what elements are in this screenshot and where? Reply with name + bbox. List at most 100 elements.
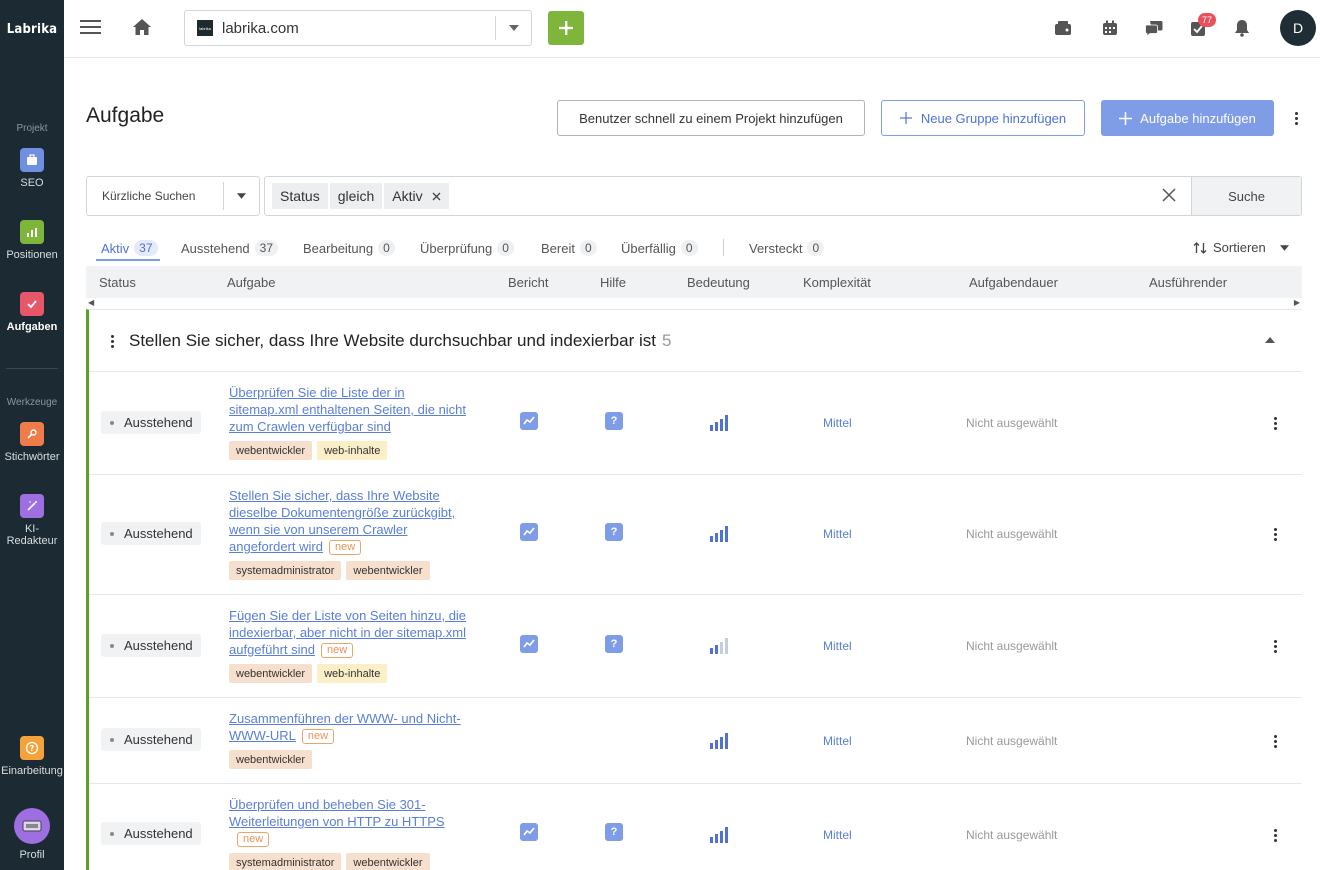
scroll-right-icon[interactable]: ▶ (1294, 298, 1300, 307)
quick-add-user-button[interactable]: Benutzer schnell zu einem Projekt hinzuf… (557, 100, 865, 136)
sidebar-item-label: SEO (20, 177, 44, 189)
task-link[interactable]: Überprüfen Sie die Liste der in sitemap.… (229, 384, 474, 435)
site-selector[interactable]: labrika labrika.com (184, 10, 532, 46)
column-aufgabendauer[interactable]: Aufgabendauer (969, 275, 1058, 290)
tag[interactable]: web-inhalte (317, 664, 388, 683)
task-link[interactable]: Überprüfen und beheben Sie 301-Weiterlei… (229, 796, 474, 847)
status-badge[interactable]: Ausstehend (101, 728, 201, 751)
report-chart-icon[interactable] (520, 523, 538, 541)
group-options-icon[interactable] (107, 333, 117, 349)
column-bedeutung[interactable]: Bedeutung (687, 275, 750, 290)
column-status[interactable]: Status (99, 275, 136, 290)
sidebar-item-aufgaben[interactable]: Aufgaben (0, 292, 64, 333)
row-options-icon[interactable] (1270, 733, 1280, 749)
collapse-icon[interactable] (1265, 337, 1275, 343)
help-icon[interactable]: ? (605, 523, 623, 541)
chevron-down-icon[interactable] (495, 16, 531, 40)
sort-button[interactable]: Sortieren (1193, 240, 1289, 255)
status-badge[interactable]: Ausstehend (101, 411, 201, 434)
recent-searches-select[interactable]: Kürzliche Suchen (86, 176, 260, 216)
avatar[interactable]: D (1280, 10, 1316, 46)
sidebar-item-ki-redakteur[interactable]: KI-Redakteur (0, 494, 64, 547)
more-options-icon[interactable] (1291, 110, 1301, 126)
tab-bearbeitung[interactable]: Bearbeitung 0 (303, 240, 395, 256)
tag[interactable]: web-inhalte (317, 441, 388, 460)
task-tags: systemadministrator webentwickler (229, 561, 430, 580)
tag[interactable]: webentwickler (346, 561, 430, 580)
complexity-value[interactable]: Mittel (823, 527, 852, 541)
duration-value[interactable]: Nicht ausgewählt (966, 639, 1057, 653)
tag[interactable]: webentwickler (229, 441, 313, 460)
report-chart-icon[interactable] (520, 412, 538, 430)
row-options-icon[interactable] (1270, 827, 1280, 843)
report-chart-icon[interactable] (520, 823, 538, 841)
help-icon[interactable]: ? (605, 635, 623, 653)
tag[interactable]: webentwickler (229, 750, 313, 769)
bell-icon[interactable] (1232, 18, 1252, 38)
complexity-value[interactable]: Mittel (823, 416, 852, 430)
tab-bereit[interactable]: Bereit 0 (541, 240, 597, 256)
task-tags: webentwickler web-inhalte (229, 441, 388, 460)
sidebar-item-einarbeitung[interactable]: ? Einarbeitung (0, 736, 64, 777)
column-hilfe[interactable]: Hilfe (600, 275, 626, 290)
column-ausfuehrender[interactable]: Ausführender (1149, 275, 1227, 290)
close-icon[interactable] (432, 192, 441, 201)
status-badge[interactable]: Ausstehend (101, 634, 201, 657)
tag[interactable]: webentwickler (346, 853, 430, 870)
chat-icon[interactable] (1144, 18, 1164, 38)
add-task-button[interactable]: Aufgabe hinzufügen (1101, 100, 1274, 136)
duration-value[interactable]: Nicht ausgewählt (966, 828, 1057, 842)
tab-ausstehend[interactable]: Ausstehend 37 (181, 240, 279, 256)
complexity-value[interactable]: Mittel (823, 828, 852, 842)
help-icon[interactable]: ? (605, 823, 623, 841)
brand-logo[interactable]: Labrika (0, 0, 64, 58)
sidebar-item-profil[interactable]: Profil (0, 808, 64, 861)
sidebar-item-positionen[interactable]: Positionen (0, 220, 64, 261)
complexity-value[interactable]: Mittel (823, 639, 852, 653)
horizontal-scrollbar[interactable]: ◀ ▶ (86, 298, 1302, 308)
task-tags: webentwickler web-inhalte (229, 664, 388, 683)
status-badge[interactable]: Ausstehend (101, 522, 201, 545)
add-task-label: Aufgabe hinzufügen (1140, 110, 1256, 126)
row-options-icon[interactable] (1270, 526, 1280, 542)
tab-ueberfaellig[interactable]: Überfällig 0 (621, 240, 698, 256)
duration-value[interactable]: Nicht ausgewählt (966, 527, 1057, 541)
status-badge[interactable]: Ausstehend (101, 822, 201, 845)
row-options-icon[interactable] (1270, 415, 1280, 431)
task-link[interactable]: Stellen Sie sicher, dass Ihre Website di… (229, 487, 474, 555)
column-aufgabe[interactable]: Aufgabe (227, 275, 275, 290)
complexity-value[interactable]: Mittel (823, 734, 852, 748)
new-group-button[interactable]: Neue Gruppe hinzufügen (881, 100, 1085, 136)
task-link[interactable]: Fügen Sie der Liste von Seiten hinzu, di… (229, 607, 474, 658)
home-icon[interactable] (132, 18, 152, 39)
calendar-icon[interactable] (1100, 18, 1120, 38)
column-komplexitaet[interactable]: Komplexität (803, 275, 871, 290)
menu-icon[interactable] (80, 19, 101, 38)
row-options-icon[interactable] (1270, 638, 1280, 654)
duration-value[interactable]: Nicht ausgewählt (966, 734, 1057, 748)
sidebar-item-stichwoerter[interactable]: Stichwörter (0, 422, 64, 463)
tab-aktiv[interactable]: Aktiv 37 (101, 240, 158, 256)
tab-ueberpruefung[interactable]: Überprüfung 0 (420, 240, 514, 256)
table-row: Ausstehend Überprüfen und beheben Sie 30… (89, 784, 1302, 870)
group-header[interactable]: Stellen Sie sicher, dass Ihre Website du… (89, 310, 1302, 372)
wallet-icon[interactable] (1053, 18, 1073, 38)
filter-field: Status (272, 183, 328, 209)
column-bericht[interactable]: Bericht (508, 275, 548, 290)
sidebar-item-seo[interactable]: SEO (0, 148, 64, 189)
help-icon[interactable]: ? (605, 412, 623, 430)
duration-value[interactable]: Nicht ausgewählt (966, 416, 1057, 430)
search-filter-input[interactable]: Status gleich Aktiv Suche (264, 176, 1302, 216)
tag[interactable]: systemadministrator (229, 853, 342, 870)
chevron-down-icon[interactable] (223, 182, 259, 210)
add-site-button[interactable] (548, 11, 584, 45)
task-link[interactable]: Zusammenführen der WWW- und Nicht-WWW-UR… (229, 710, 474, 744)
tag[interactable]: systemadministrator (229, 561, 342, 580)
search-button[interactable]: Suche (1191, 177, 1301, 215)
tab-versteckt[interactable]: Versteckt 0 (749, 240, 825, 256)
report-chart-icon[interactable] (520, 635, 538, 653)
filter-chip[interactable]: Status gleich Aktiv (272, 183, 451, 209)
tag[interactable]: webentwickler (229, 664, 313, 683)
clear-search-icon[interactable] (1162, 186, 1176, 207)
scroll-left-icon[interactable]: ◀ (88, 298, 94, 307)
